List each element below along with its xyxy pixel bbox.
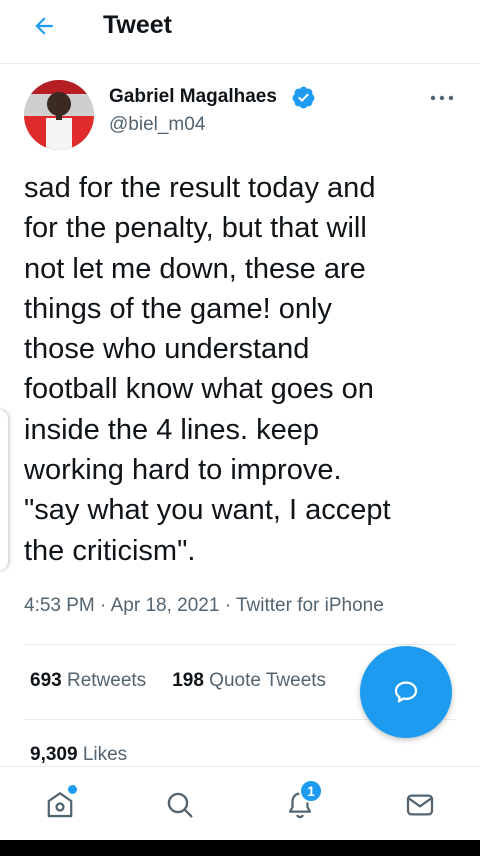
likes-count: 9,309: [30, 744, 78, 765]
retweets-stat[interactable]: 693 Retweets: [30, 668, 146, 694]
engagement-stats: 693 Retweets 198 Quote Tweets: [30, 668, 352, 694]
display-name[interactable]: Gabriel Magalhaes: [109, 86, 277, 108]
profile-photo: [24, 80, 94, 150]
page-title: Tweet: [103, 11, 172, 39]
more-options-button[interactable]: [425, 88, 459, 108]
nav-notifications[interactable]: 1: [282, 779, 323, 823]
meta-separator: ·: [94, 595, 111, 616]
tweet-text: sad for the result today and for the pen…: [24, 172, 391, 567]
system-navigation-bar: [0, 840, 480, 856]
compose-reply-button[interactable]: [360, 646, 452, 738]
notification-badge: 1: [299, 779, 323, 803]
tweet-meta: 4:53 PM · Apr 18, 2021 · Twitter for iPh…: [24, 593, 384, 619]
verified-badge-icon: [291, 85, 316, 110]
tweet-time: 4:53 PM: [24, 595, 95, 616]
bottom-navigation: 1: [0, 766, 480, 840]
arrow-left-icon: [35, 17, 53, 35]
back-button[interactable]: [28, 10, 60, 42]
home-notification-dot: [68, 785, 77, 794]
meta-separator: ·: [219, 595, 236, 616]
quote-tweets-label: Quote Tweets: [209, 670, 327, 691]
mail-icon: [406, 794, 434, 816]
tweet-source[interactable]: Twitter for iPhone: [236, 595, 384, 616]
divider: [24, 644, 456, 645]
compose-reply-icon: [394, 681, 418, 703]
retweets-label: Retweets: [66, 670, 147, 691]
user-handle[interactable]: @biel_m04: [109, 114, 205, 136]
nav-messages[interactable]: [402, 787, 438, 823]
retweets-count: 693: [30, 670, 62, 691]
more-horizontal-icon: [430, 95, 454, 101]
avatar[interactable]: [24, 80, 94, 150]
edge-handle[interactable]: [0, 410, 8, 570]
tweet-date[interactable]: Apr 18, 2021: [111, 595, 220, 616]
quote-tweets-count: 198: [172, 670, 204, 691]
top-bar: Tweet: [0, 0, 480, 64]
nav-home[interactable]: [42, 785, 78, 823]
nav-search[interactable]: [162, 787, 198, 823]
quote-tweets-stat[interactable]: 198 Quote Tweets: [172, 668, 326, 694]
likes-label: Likes: [82, 744, 128, 765]
search-icon: [167, 792, 193, 818]
likes-stat[interactable]: 9,309 Likes: [30, 742, 127, 768]
